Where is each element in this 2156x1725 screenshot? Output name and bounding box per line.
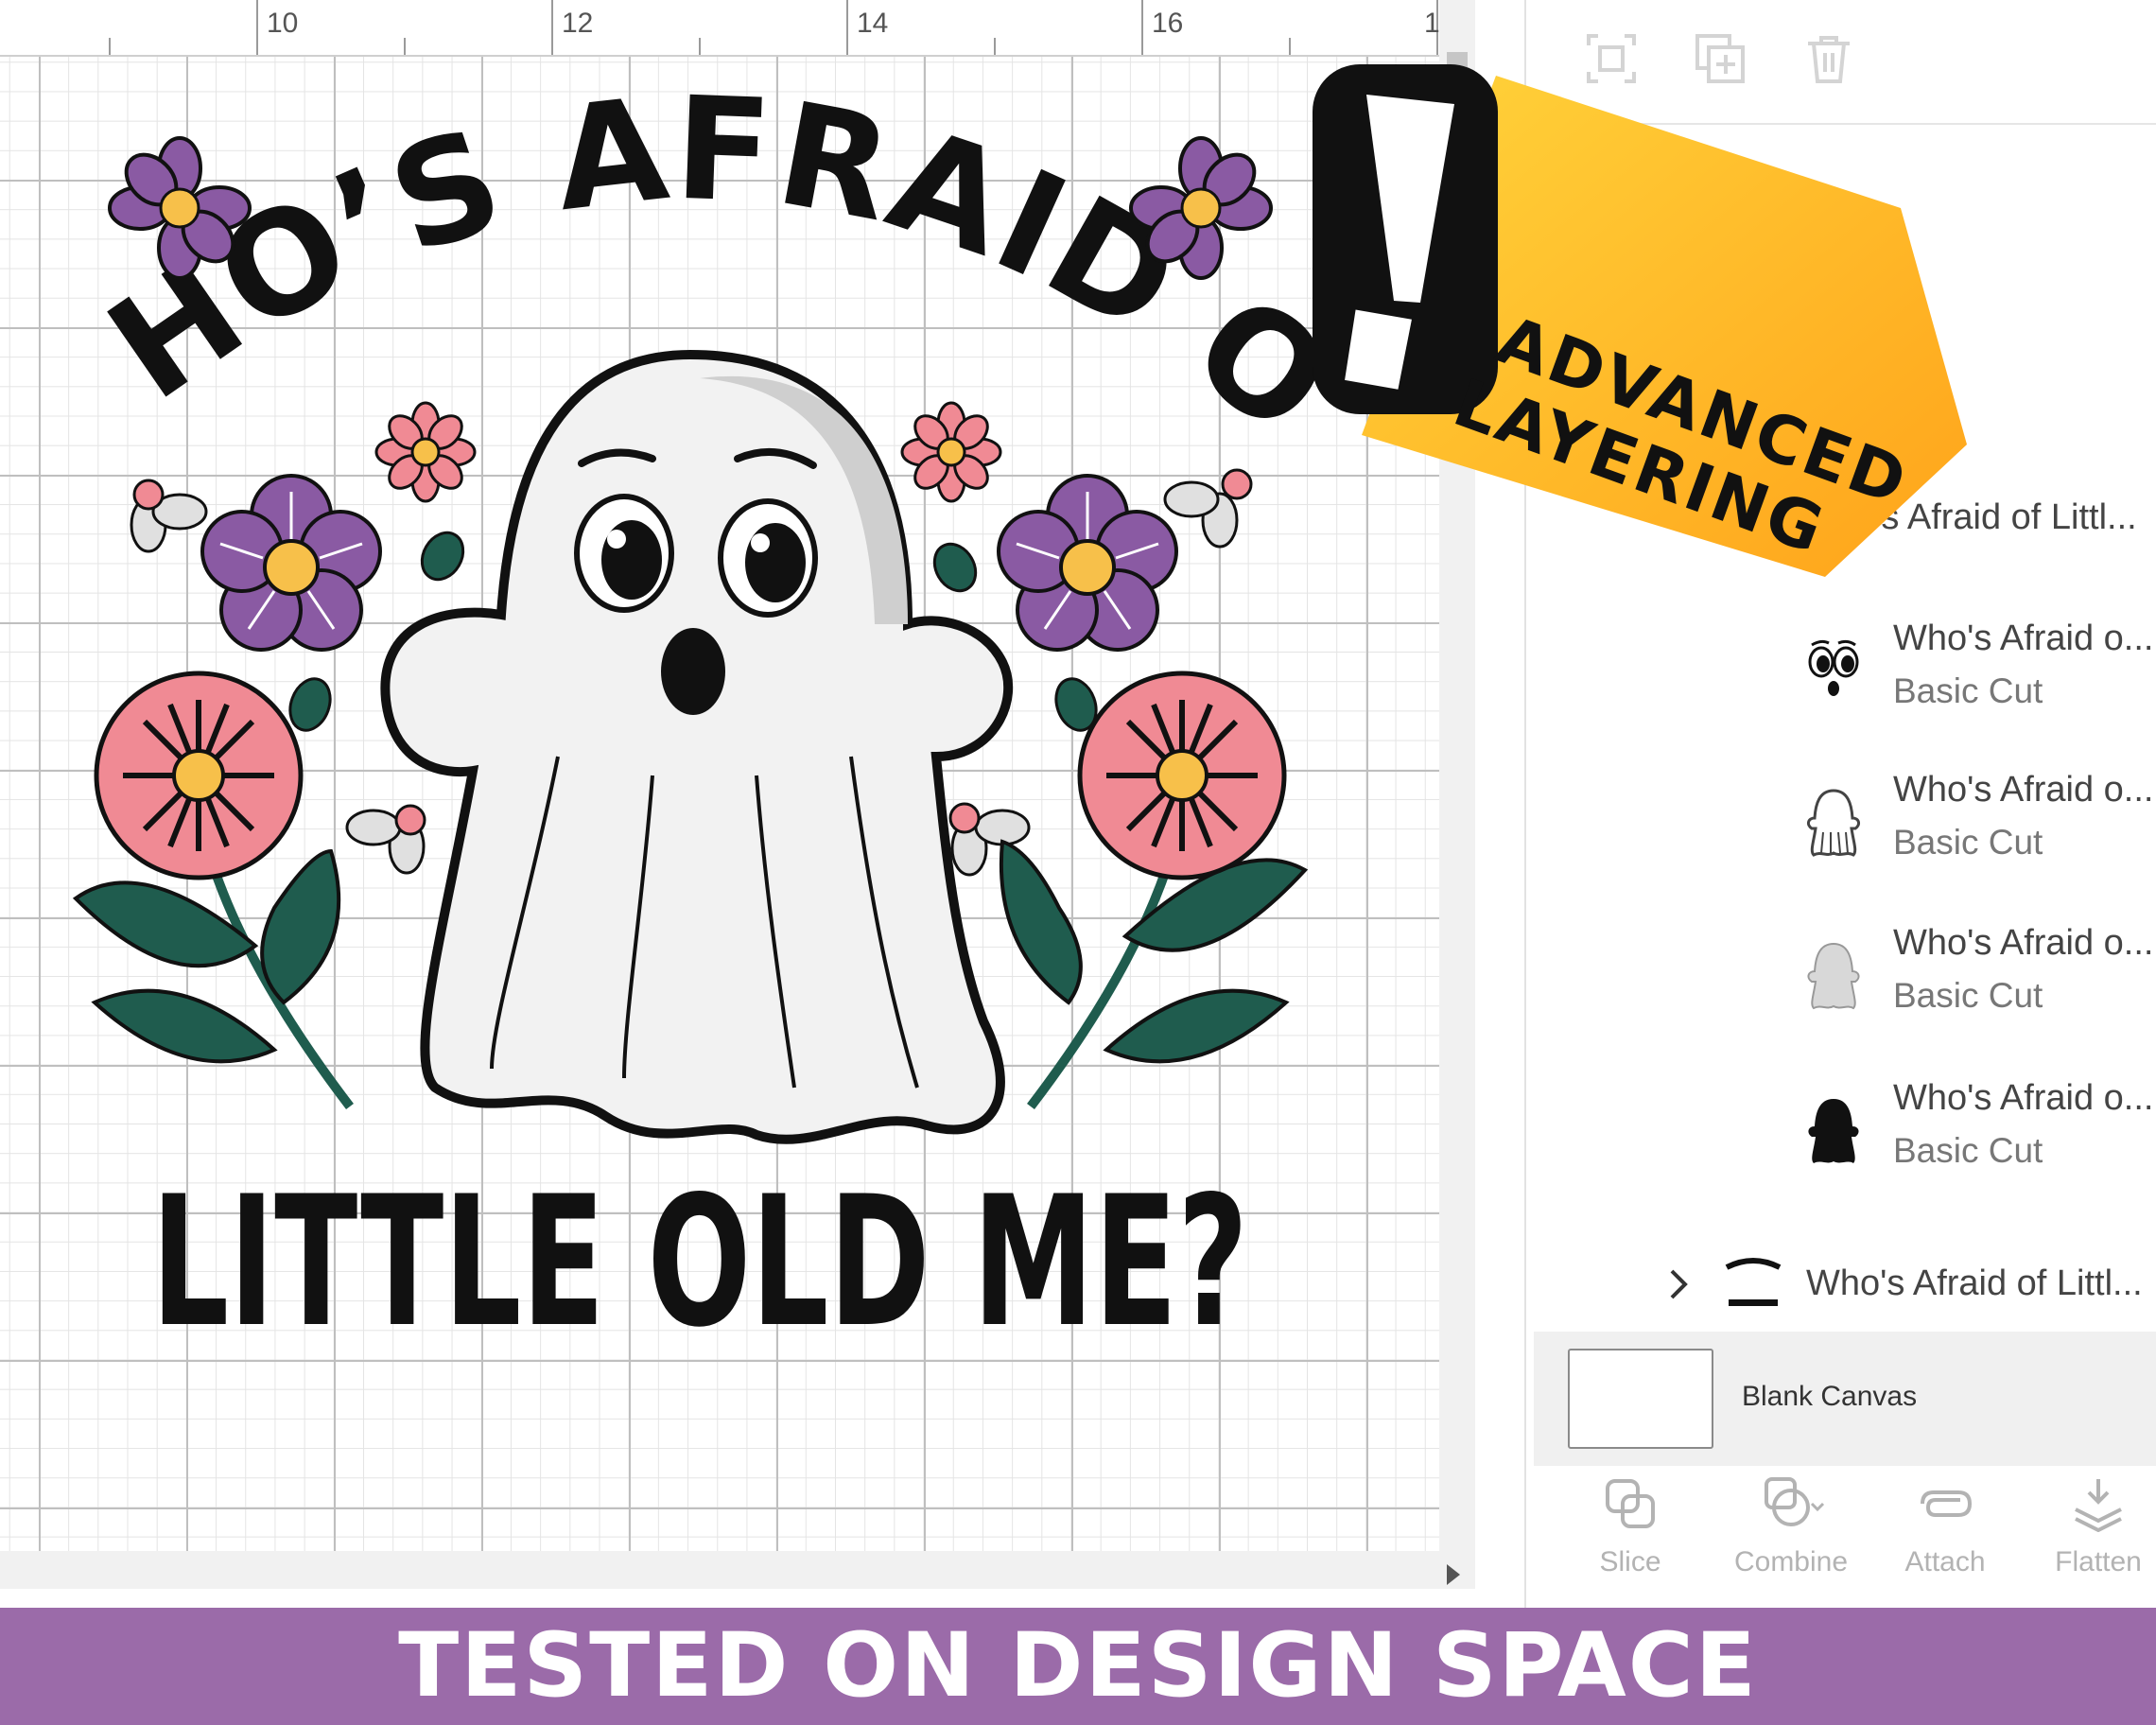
layer-item-name: Who's Afraid o... [1893,770,2154,810]
ghost-face-icon [1800,634,1867,709]
layer-item-operation: Basic Cut [1893,671,2043,710]
horizontal-scrollbar[interactable] [0,1551,1475,1589]
exclamation-icon [1313,64,1498,414]
layer-item[interactable]: Who's Afraid o... Basic Cut [1526,1065,2156,1207]
attach-icon [1921,1490,1973,1517]
layer-item-name: Who's Afraid o... [1893,1078,2154,1118]
design-canvas[interactable]: WHO’S AFRAID OF [0,0,1475,1608]
slice-icon [1606,1479,1655,1528]
ruler-label-14: 14 [857,8,889,39]
pink-flower-left [374,401,477,503]
text-design-thumb-icon [1715,1246,1791,1322]
flatten-icon [2075,1479,2122,1532]
bud-right-top [1163,468,1253,549]
attach-label: Attach [1904,1546,1986,1577]
layer-item-name: Who's Afraid o... [1893,619,2154,658]
purple-flower-mid-right [997,474,1178,652]
flatten-label: Flatten [2055,1546,2142,1577]
ruler-ticks [109,0,1438,55]
attach-button[interactable]: Attach [1879,1475,2011,1589]
slice-button[interactable]: Slice [1564,1475,1696,1589]
ghost-gray-icon [1800,938,1867,1014]
blank-canvas-label: Blank Canvas [1742,1381,1918,1412]
layer-item-operation: Basic Cut [1893,1131,2043,1170]
layer-item-operation: Basic Cut [1893,976,2043,1015]
layer-item[interactable]: Who's Afraid o... Basic Cut [1526,910,2156,1052]
blank-canvas-swatch[interactable] [1568,1349,1713,1449]
purple-flower-top-left [108,136,252,280]
layer-item[interactable]: Who's Afraid o... Basic Cut [1526,605,2156,747]
layer-item[interactable]: Who's Afraid o... Basic Cut [1526,757,2156,898]
pink-big-flower-right [999,671,1309,1110]
combine-button[interactable]: Combine [1725,1475,1857,1589]
chevron-right-icon[interactable] [1664,1265,1693,1303]
ruler-label-12: 12 [562,8,594,39]
layer-item-operation: Basic Cut [1893,823,2043,862]
ruler-label-10: 10 [267,8,299,39]
footer-banner: TESTED ON DESIGN SPACE [0,1608,2156,1725]
pink-big-flower-left [72,671,354,1110]
horizontal-ruler: 10 12 14 16 18 [0,0,1475,57]
design-artwork[interactable]: WHO’S AFRAID OF [0,0,1437,1551]
bud-left-low [345,804,426,875]
combine-label: Combine [1733,1546,1849,1577]
scroll-right-arrow-icon[interactable] [1447,1564,1460,1585]
flatten-button[interactable]: Flatten [2032,1475,2156,1589]
ghost-outline-icon [1800,785,1867,861]
purple-flower-mid-left [200,474,382,652]
ghost-black-icon [1800,1093,1867,1169]
slice-label: Slice [1599,1546,1661,1577]
ruler-label-16: 16 [1152,8,1184,39]
pink-flower-right [900,401,1002,503]
bud-left-top [130,479,208,553]
layer-group-bottom-name: Who's Afraid of Littl... [1806,1263,2143,1303]
blank-canvas-row[interactable]: Blank Canvas [1534,1332,2156,1466]
design-title-bottom: LITTLE OLD ME? [151,1158,1248,1367]
combine-icon [1765,1477,1825,1526]
layer-item-name: Who's Afraid o... [1893,923,2154,963]
